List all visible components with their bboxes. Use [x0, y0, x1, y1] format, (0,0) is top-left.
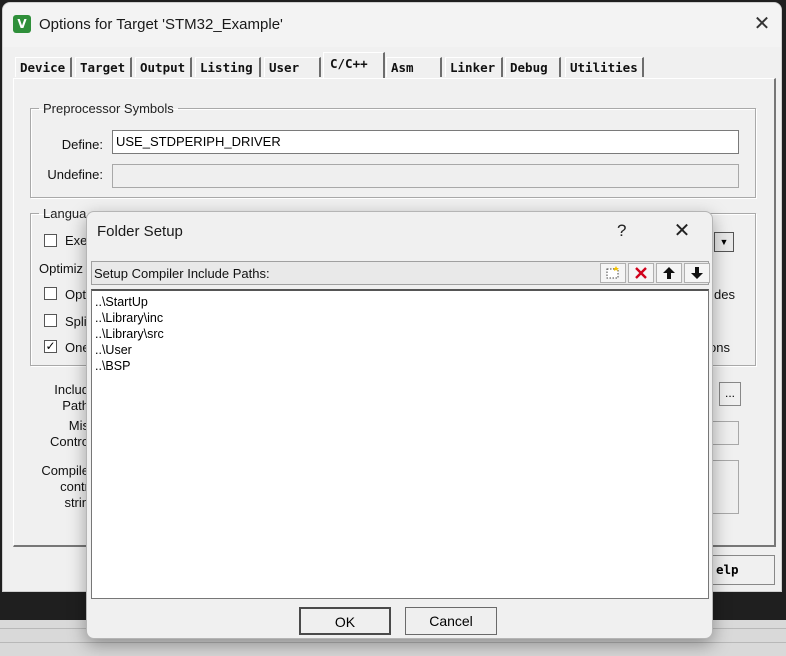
browse-button[interactable]: ... — [719, 382, 741, 406]
split-sections-checkbox[interactable] — [44, 314, 57, 327]
tab-user[interactable]: User — [264, 57, 321, 77]
define-input[interactable]: USE_STDPERIPH_DRIVER — [112, 130, 739, 154]
paths-label: Path — [62, 398, 89, 413]
one-elf-section-checkbox[interactable]: ✓ — [44, 340, 57, 353]
chevron-down-icon[interactable]: ▼ — [714, 232, 734, 252]
new-folder-icon[interactable] — [600, 263, 626, 283]
list-item[interactable]: ..\User — [95, 342, 132, 358]
tab-listing[interactable]: Listing — [195, 57, 261, 77]
include-paths-list[interactable]: ..\StartUp ..\Library\inc ..\Library\src… — [91, 289, 709, 599]
close-icon[interactable]: ✕ — [751, 13, 773, 35]
tab-target[interactable]: Target — [75, 57, 132, 77]
misc-label: Mis — [68, 418, 89, 433]
folder-setup-dialog: Folder Setup ? ✕ Setup Compiler Include … — [86, 211, 713, 639]
cancel-button[interactable]: Cancel — [405, 607, 497, 635]
compiler-label: Compile — [41, 463, 89, 478]
undefine-label: Undefine: — [47, 167, 103, 182]
ok-button[interactable]: OK — [299, 607, 391, 635]
keil-app-icon: V — [13, 15, 31, 33]
list-item[interactable]: ..\StartUp — [95, 294, 148, 310]
list-item[interactable]: ..\BSP — [95, 358, 130, 374]
controls-label: Contro — [49, 434, 89, 449]
string-label: strin — [64, 495, 89, 510]
optimize-checkbox[interactable] — [44, 287, 57, 300]
language-legend: Langua — [43, 206, 87, 221]
window-title: Options for Target 'STM32_Example' — [39, 16, 283, 33]
move-up-icon[interactable] — [656, 263, 682, 283]
help-icon[interactable]: ? — [617, 221, 626, 241]
execute-label: Exe — [65, 233, 88, 248]
tab-device[interactable]: Device — [15, 57, 72, 77]
tab-debug[interactable]: Debug — [505, 57, 561, 77]
includes-fragment-label: des — [714, 287, 735, 302]
tab-linker[interactable]: Linker — [445, 57, 503, 77]
define-label: Define: — [61, 137, 103, 152]
optimization-label: Optimiz — [39, 261, 84, 276]
list-item[interactable]: ..\Library\inc — [95, 310, 163, 326]
execute-only-checkbox[interactable] — [44, 234, 57, 247]
list-item[interactable]: ..\Library\src — [95, 326, 164, 342]
delete-icon[interactable] — [628, 263, 654, 283]
include-paths-label: Setup Compiler Include Paths: — [94, 266, 270, 281]
control-label: contr — [60, 479, 89, 494]
tab-asm[interactable]: Asm — [386, 57, 442, 77]
tab-utilities[interactable]: Utilities — [565, 57, 644, 77]
background-line — [0, 642, 786, 643]
optimize-label: Opt — [65, 287, 86, 302]
move-down-icon[interactable] — [684, 263, 710, 283]
close-icon[interactable]: ✕ — [670, 219, 694, 243]
options-titlebar: V Options for Target 'STM32_Example' ✕ — [3, 3, 781, 47]
tab-c-cpp[interactable]: C/C++ — [323, 52, 385, 78]
dialog-title: Folder Setup — [97, 223, 183, 240]
include-paths-header: Setup Compiler Include Paths: — [91, 261, 710, 285]
undefine-input[interactable] — [112, 164, 739, 188]
include-label: Includ — [54, 382, 89, 397]
preprocessor-legend: Preprocessor Symbols — [43, 101, 174, 116]
tab-output[interactable]: Output — [135, 57, 192, 77]
